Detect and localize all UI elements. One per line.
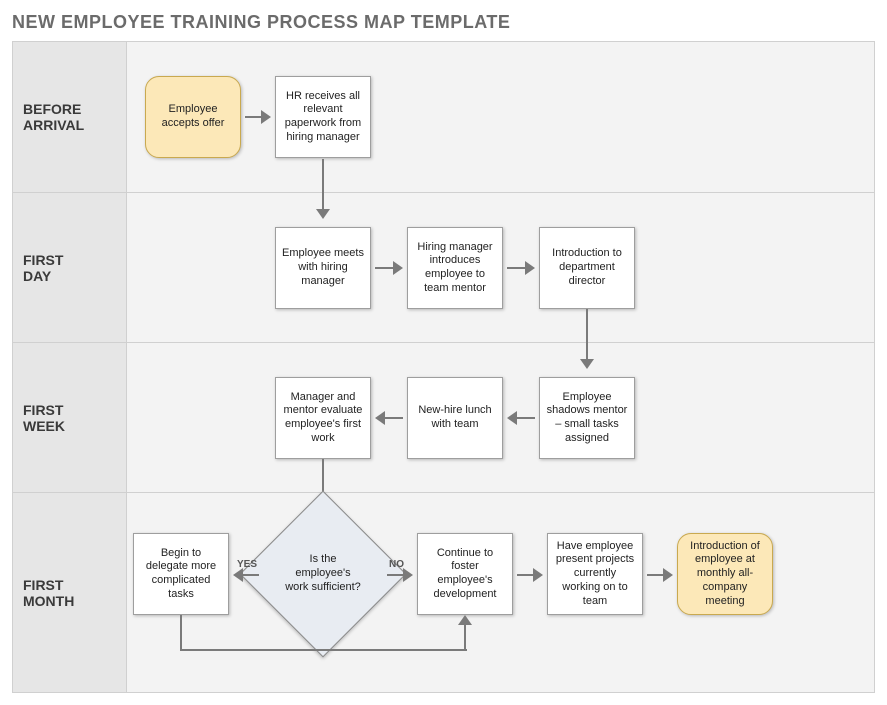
lane-before: Employee accepts offer HR receives all r… bbox=[127, 42, 874, 192]
lane-label-week: FIRSTWEEK bbox=[13, 342, 127, 492]
lane-label-month: FIRSTMONTH bbox=[13, 492, 127, 692]
arrow bbox=[375, 261, 403, 275]
lane-day: Employee meets with hiring manager Hirin… bbox=[127, 192, 874, 342]
label-yes: YES bbox=[237, 559, 257, 570]
page-title: NEW EMPLOYEE TRAINING PROCESS MAP TEMPLA… bbox=[12, 12, 875, 33]
arrow bbox=[647, 568, 673, 582]
lane-label-day: FIRSTDAY bbox=[13, 192, 127, 342]
node-foster: Continue to foster employee's developmen… bbox=[417, 533, 513, 615]
label-no: NO bbox=[389, 559, 404, 570]
decision-sufficient: Is the employee's work sufficient? bbox=[240, 491, 407, 658]
arrow bbox=[458, 615, 472, 651]
node-monthly-meeting: Introduction of employee at monthly all-… bbox=[677, 533, 773, 615]
arrow bbox=[375, 411, 403, 425]
arrow bbox=[245, 110, 271, 124]
arrow bbox=[517, 568, 543, 582]
lane-label-before: BEFOREARRIVAL bbox=[13, 42, 127, 192]
lane-week: Employee shadows mentor – small tasks as… bbox=[127, 342, 874, 492]
node-hr-paperwork: HR receives all relevant paperwork from … bbox=[275, 76, 371, 158]
node-accept-offer: Employee accepts offer bbox=[145, 76, 241, 158]
elbow bbox=[180, 649, 467, 651]
process-map: BEFOREARRIVAL Employee accepts offer HR … bbox=[12, 41, 875, 693]
lane-month: Is the employee's work sufficient? YES B… bbox=[127, 492, 874, 692]
node-present: Have employee present projects currently… bbox=[547, 533, 643, 615]
node-meet-manager: Employee meets with hiring manager bbox=[275, 227, 371, 309]
elbow bbox=[180, 615, 182, 651]
node-lunch: New-hire lunch with team bbox=[407, 377, 503, 459]
node-intro-director: Introduction to department director bbox=[539, 227, 635, 309]
arrow bbox=[507, 261, 535, 275]
arrow bbox=[507, 411, 535, 425]
node-evaluate: Manager and mentor evaluate employee's f… bbox=[275, 377, 371, 459]
node-delegate: Begin to delegate more complicated tasks bbox=[133, 533, 229, 615]
node-shadow: Employee shadows mentor – small tasks as… bbox=[539, 377, 635, 459]
node-intro-mentor: Hiring manager introduces employee to te… bbox=[407, 227, 503, 309]
